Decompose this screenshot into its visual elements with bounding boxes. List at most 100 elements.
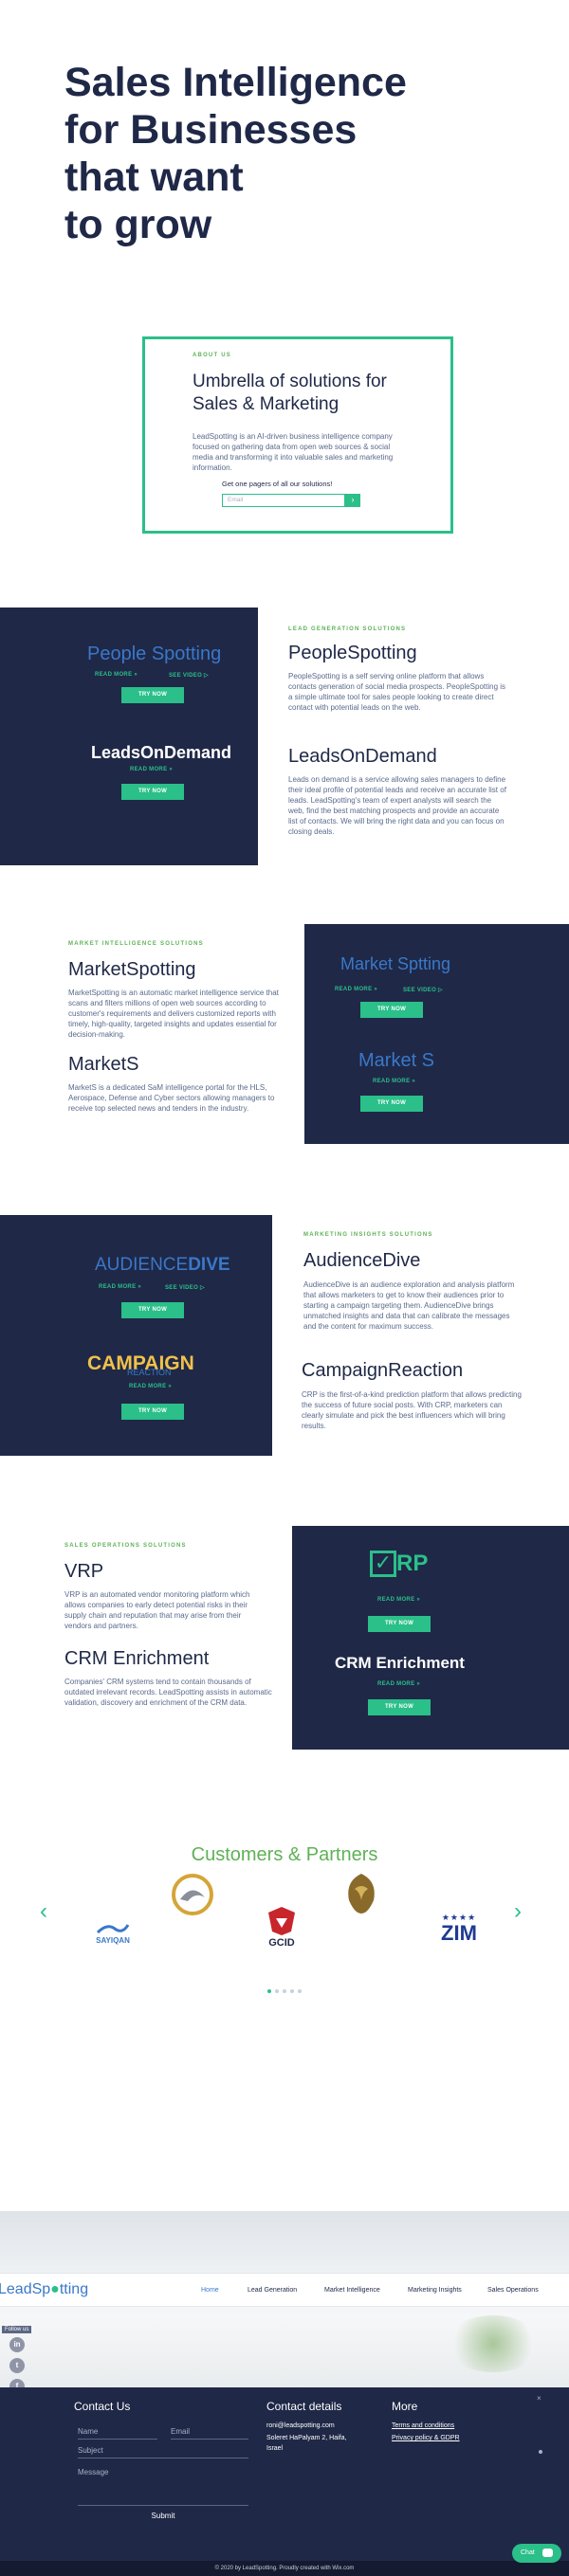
- audiencedive-logo: AUDIENCEDIVE: [95, 1255, 230, 1276]
- contact-email[interactable]: roni@leadspotting.com: [266, 2421, 335, 2431]
- read-more-label: READ MORE: [95, 672, 133, 678]
- partner-logo-zim: ★★★★ ZIM: [432, 1913, 486, 1944]
- marketspotting-body: MarketSpotting is an automatic market in…: [68, 989, 279, 1039]
- linkedin-icon[interactable]: in: [9, 2337, 25, 2352]
- try-now-button[interactable]: TRY NOW: [121, 687, 184, 703]
- name-field[interactable]: Name: [78, 2427, 157, 2440]
- logo-part: REACTION: [127, 1368, 172, 1377]
- try-now-button[interactable]: TRY NOW: [360, 1002, 423, 1018]
- logo-part: AUDIENCE: [95, 1255, 189, 1275]
- site-logo[interactable]: LeadSp●tting: [0, 2281, 88, 2298]
- sayiqan-logo-text: SAYIQAN: [96, 1936, 130, 1945]
- carousel-dot[interactable]: [267, 1989, 271, 1993]
- chevron-right-icon: »: [374, 987, 377, 992]
- logo-part: People: [87, 644, 147, 664]
- read-more-link[interactable]: READ MORE »: [130, 767, 173, 772]
- try-now-button[interactable]: TRY NOW: [121, 1404, 184, 1420]
- leadsondemand-logo: LeadsOnDemand: [91, 743, 232, 762]
- hawk-emblem-icon: [348, 1874, 375, 1914]
- nav-item-lead-generation[interactable]: Lead Generation: [248, 2287, 297, 2294]
- hero-title-line: for Businesses: [64, 107, 358, 153]
- carousel-prev-button[interactable]: ‹: [40, 1898, 47, 1925]
- twitter-icon[interactable]: t: [9, 2358, 25, 2373]
- read-more-link[interactable]: READ MORE »: [129, 1384, 172, 1389]
- see-video-link[interactable]: SEE VIDEO ▷: [169, 672, 209, 679]
- chevron-right-icon: »: [416, 1597, 420, 1603]
- contact-title: Contact Us: [74, 2400, 131, 2413]
- zim-logo-text: ZIM: [441, 1921, 477, 1945]
- about-heading-line: Umbrella of solutions for: [193, 372, 387, 391]
- campaignreaction-title: CampaignReaction: [302, 1360, 464, 1381]
- partner-logo-sayiqan: SAYIQAN: [74, 1921, 152, 1945]
- plant-decoration: [446, 2315, 541, 2372]
- leadsondemand-title: LeadsOnDemand: [288, 746, 437, 767]
- submit-button[interactable]: Submit: [78, 2512, 248, 2520]
- terms-link[interactable]: Terms and conditions: [392, 2421, 454, 2431]
- subject-placeholder: Subject: [78, 2446, 103, 2455]
- chevron-right-icon: »: [416, 1681, 420, 1687]
- logo-part: tting: [59, 2281, 89, 2297]
- close-icon[interactable]: ×: [537, 2394, 541, 2403]
- marketspotting-logo: Market Sptting: [340, 954, 450, 974]
- privacy-link[interactable]: Privacy policy & GDPR: [392, 2433, 460, 2443]
- address-line: Soleret HaPalyam 2, Haifa,: [266, 2435, 347, 2441]
- sayiqan-mark-icon: [96, 1924, 130, 1934]
- read-more-link[interactable]: READ MORE »: [373, 1079, 415, 1084]
- carousel-dot[interactable]: [283, 1989, 286, 1993]
- subject-field[interactable]: Subject: [78, 2446, 248, 2458]
- read-more-link[interactable]: READ MORE »: [377, 1597, 420, 1603]
- see-video-link[interactable]: SEE VIDEO ▷: [165, 1284, 205, 1291]
- chat-button[interactable]: Chat: [512, 2544, 561, 2563]
- about-body: LeadSpotting is an AI-driven business in…: [193, 432, 394, 472]
- try-now-button[interactable]: TRY NOW: [121, 1302, 184, 1318]
- vrp-title: VRP: [64, 1561, 104, 1582]
- about-heading: Umbrella of solutions for Sales & Market…: [193, 371, 387, 416]
- hero-title: Sales Intelligence for Businesses that w…: [64, 59, 407, 248]
- dot-indicator-icon: [539, 2450, 542, 2454]
- email-input[interactable]: Email: [222, 494, 345, 507]
- about-eyebrow: ABOUT US: [193, 353, 231, 358]
- markets-title: MarketS: [68, 1054, 139, 1075]
- see-video-label: SEE VIDEO: [165, 1285, 199, 1291]
- read-more-link[interactable]: READ MORE »: [95, 672, 138, 678]
- lead-gen-panel: People Spotting READ MORE » SEE VIDEO ▷ …: [0, 608, 258, 865]
- email-submit-button[interactable]: ›: [345, 494, 360, 507]
- nav-item-marketing-insights[interactable]: Marketing Insights: [408, 2287, 462, 2294]
- read-more-label: READ MORE: [129, 1384, 167, 1389]
- try-now-button[interactable]: TRY NOW: [121, 784, 184, 800]
- chevron-right-icon: »: [134, 672, 138, 678]
- nav-item-sales-operations[interactable]: Sales Operations: [487, 2287, 539, 2294]
- chat-label: Chat: [521, 2549, 535, 2556]
- play-icon: ▷: [200, 1285, 205, 1291]
- logo-part: RP: [396, 1551, 429, 1576]
- nav-item-home[interactable]: Home: [201, 2287, 219, 2294]
- read-more-link[interactable]: READ MORE »: [99, 1284, 141, 1290]
- see-video-link[interactable]: SEE VIDEO ▷: [403, 987, 443, 993]
- sales-ops-eyebrow: SALES OPERATIONS SOLUTIONS: [64, 1543, 187, 1549]
- read-more-label: READ MORE: [130, 767, 168, 772]
- partner-logo-hawk: [341, 1872, 381, 1920]
- chevron-right-icon: »: [412, 1079, 415, 1084]
- try-now-button[interactable]: TRY NOW: [368, 1699, 431, 1715]
- carousel-dot[interactable]: [290, 1989, 294, 1993]
- carousel-dot[interactable]: [298, 1989, 302, 1993]
- nav-item-market-intelligence[interactable]: Market Intelligence: [324, 2287, 380, 2294]
- message-field[interactable]: Message: [78, 2468, 248, 2506]
- copyright-bar: © 2020 by LeadSpotting. Proudly created …: [0, 2561, 569, 2576]
- market-intel-eyebrow: MARKET INTELLIGENCE SOLUTIONS: [68, 941, 204, 947]
- carousel-dot[interactable]: [275, 1989, 279, 1993]
- lead-gen-eyebrow: LEAD GENERATION SOLUTIONS: [288, 626, 407, 632]
- vrp-logo: ✓ RP: [370, 1551, 428, 1577]
- read-more-link[interactable]: READ MORE »: [377, 1681, 420, 1687]
- footer: Contact Us Name Email Subject Message Su…: [0, 2387, 569, 2576]
- chevron-right-icon: »: [138, 1284, 141, 1290]
- try-now-button[interactable]: TRY NOW: [360, 1096, 423, 1112]
- campaignreaction-body: CRP is the first-of-a-kind prediction pl…: [302, 1390, 522, 1430]
- logo-part: Sp: [31, 2281, 51, 2297]
- try-now-button[interactable]: TRY NOW: [368, 1616, 431, 1632]
- message-placeholder: Message: [78, 2468, 109, 2476]
- read-more-link[interactable]: READ MORE »: [335, 987, 377, 992]
- email-field[interactable]: Email: [171, 2427, 248, 2440]
- carousel-next-button[interactable]: ›: [514, 1898, 522, 1925]
- read-more-label: READ MORE: [373, 1079, 411, 1084]
